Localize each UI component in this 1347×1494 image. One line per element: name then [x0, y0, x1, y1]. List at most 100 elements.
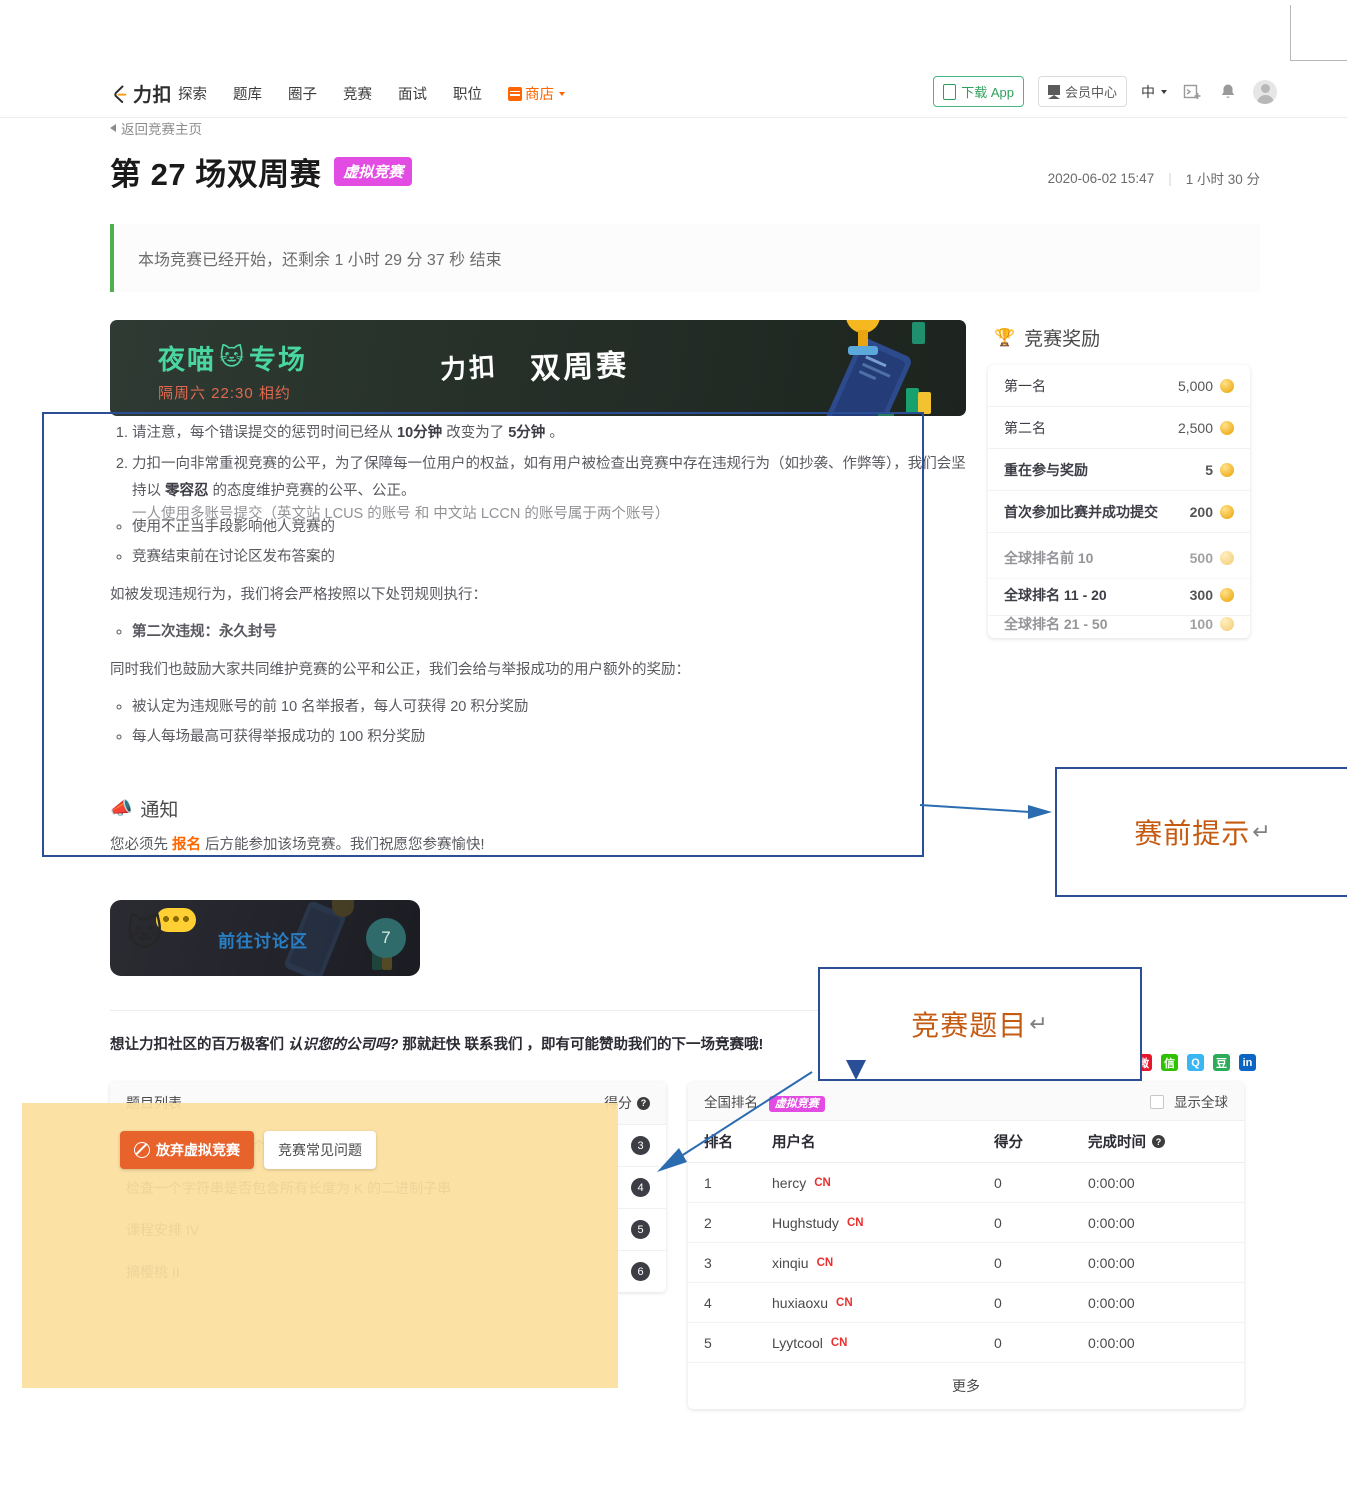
- new-post-icon[interactable]: [1181, 81, 1203, 103]
- discussion-banner[interactable]: 🐱 前往讨论区 7: [110, 900, 420, 977]
- language-switcher[interactable]: 中: [1141, 82, 1167, 102]
- row-username: huxiaoxu: [772, 1294, 829, 1311]
- row-rank: 3: [704, 1254, 712, 1271]
- nav-item-interview[interactable]: 面试: [398, 83, 427, 104]
- sponsor-italic: 认识您的公司吗?: [288, 1037, 399, 1054]
- table-row: 3 xinqiu CN 0 0:00:00: [688, 1243, 1244, 1284]
- reward-value: 5: [1205, 461, 1213, 478]
- row-rank: 5: [704, 1334, 712, 1351]
- table-row: 1 hercy CN 0 0:00:00: [688, 1163, 1244, 1204]
- ranking-more-button[interactable]: 更多: [688, 1363, 1244, 1409]
- question-row[interactable]: 摘樱桃 II 6: [110, 1251, 666, 1292]
- register-link[interactable]: 报名: [172, 837, 201, 853]
- reward-label: 全球排名前 10: [1004, 549, 1094, 566]
- row-time: 0:00:00: [1088, 1214, 1135, 1231]
- column-header-score: 得分: [994, 1135, 1023, 1152]
- reward-row: 第二名 2,500: [988, 407, 1250, 449]
- leetcode-logo-icon: [110, 84, 129, 103]
- rule-item-1: 请注意，每个错误提交的惩罚时间已经从 10分钟 改变为了 5分钟 。: [132, 420, 966, 447]
- report-reward-intro: 同时我们也鼓励大家共同维护竞赛的公平和公正，我们会给与举报成功的用户额外的奖励：: [110, 661, 690, 678]
- violation-item-1-text: 一人使用多账号提交（英文站 LCUS 的账号 和 中文站 LCCN 的账号属于两…: [132, 506, 670, 523]
- give-up-virtual-contest-button[interactable]: 放弃虚拟竞赛: [120, 1131, 254, 1169]
- nav-item-problems[interactable]: 题库: [233, 83, 262, 104]
- ban-icon: [134, 1142, 150, 1158]
- row-score: 0: [994, 1254, 1002, 1271]
- question-score-badge: 6: [631, 1262, 650, 1282]
- trophy-phone-illustration: [766, 320, 936, 416]
- row-user[interactable]: hercy CN: [772, 1175, 994, 1191]
- coin-icon: [1220, 504, 1234, 519]
- notification-bell-icon[interactable]: [1217, 81, 1239, 103]
- contest-status-notice: 本场竞赛已经开始，还剩余 1 小时 29 分 37 秒 结束: [110, 224, 1260, 292]
- banner-center-text: 力扣 双周赛: [439, 342, 631, 386]
- row-time: 0:00:00: [1088, 1294, 1135, 1311]
- contest-duration: 1 小时 30 分: [1185, 172, 1260, 187]
- report-reward-item-1: 被认定为违规账号的前 10 名举报者，每人可获得 20 积分奖励: [132, 694, 966, 722]
- nav-item-circle[interactable]: 圈子: [288, 83, 317, 104]
- question-list-title: 题目列表: [126, 1095, 182, 1112]
- column-header-time: 完成时间 ?: [1088, 1131, 1228, 1152]
- cat-emoji-icon: 🐱: [219, 344, 247, 371]
- help-icon[interactable]: ?: [1152, 1135, 1165, 1149]
- reward-value-group: 5: [1205, 462, 1234, 478]
- coin-icon: [1220, 378, 1234, 393]
- table-row: 2 Hughstudy CN 0 0:00:00: [688, 1203, 1244, 1244]
- banner-subtitle: 隔周六 22:30 相约: [158, 385, 291, 402]
- top-strip: [0, 0, 1347, 70]
- question-row[interactable]: 检查一个字符串是否包含所有长度为 K 的二进制子串 4: [110, 1167, 666, 1210]
- contest-action-buttons: 放弃虚拟竞赛 竞赛常见问题: [120, 1131, 376, 1169]
- language-label: 中: [1141, 83, 1155, 100]
- table-row: 5 Lyytcool CN 0 0:00:00: [688, 1323, 1244, 1364]
- banner-title-line: 夜喵 🐱 专场: [158, 338, 307, 377]
- chevron-down-icon: [1161, 89, 1167, 94]
- nav-item-store[interactable]: 商店: [508, 83, 565, 104]
- show-global-label: 显示全球: [1174, 1095, 1228, 1111]
- coin-icon: [1220, 462, 1234, 477]
- row-user[interactable]: Hughstudy CN: [772, 1215, 994, 1231]
- faq-label: 竞赛常见问题: [278, 1142, 362, 1158]
- question-title: 检查一个字符串是否包含所有长度为 K 的二进制子串: [126, 1179, 452, 1196]
- row-time: 0:00:00: [1088, 1174, 1135, 1191]
- vip-center-button[interactable]: 会员中心: [1037, 76, 1127, 107]
- nav-item-jobs[interactable]: 职位: [453, 83, 482, 104]
- download-app-button[interactable]: 下载 App: [933, 76, 1024, 107]
- rewards-title-row: 🏆 竞赛奖励: [988, 320, 1250, 351]
- show-global-toggle[interactable]: 显示全球: [1150, 1091, 1228, 1111]
- logo[interactable]: 力扣: [110, 80, 172, 107]
- contest-meta: 2020-06-02 15:47 | 1 小时 30 分: [1048, 168, 1260, 188]
- reward-value: 5,000: [1177, 377, 1213, 394]
- contest-banner[interactable]: 夜喵 🐱 专场 隔周六 22:30 相约 力扣 双周赛: [110, 320, 966, 416]
- main-column: 夜喵 🐱 专场 隔周六 22:30 相约 力扣 双周赛 1. 请注意，每个错误提…: [42, 320, 966, 1054]
- rule-1-old: 10分钟: [397, 425, 443, 441]
- avatar[interactable]: [1253, 79, 1277, 104]
- banner-contest-type: 双周赛: [530, 349, 631, 386]
- ranking-scope-group: 全国排名 虚拟竞赛: [704, 1091, 825, 1113]
- ranking-header: 全国排名 虚拟竞赛 显示全球: [688, 1082, 1244, 1122]
- contest-faq-button[interactable]: 竞赛常见问题: [264, 1131, 376, 1169]
- row-user[interactable]: huxiaoxu CN: [772, 1295, 994, 1311]
- rewards-title: 竞赛奖励: [1024, 329, 1101, 350]
- ranking-table-head: 排名 用户名 得分 完成时间 ?: [688, 1121, 1244, 1164]
- contact-us-link[interactable]: 联系我们: [464, 1037, 522, 1053]
- reward-label: 首次参加比赛并成功提交: [1004, 503, 1158, 520]
- rule-2-end: 的态度维护竞赛的公平、公正。: [208, 482, 416, 499]
- nav-item-contest[interactable]: 竞赛: [343, 83, 372, 104]
- question-title: 摘樱桃 II: [126, 1263, 180, 1280]
- site-header: 力扣 探索 题库 圈子 竞赛 面试 职位 商店 下载 App 会员中心 中: [0, 70, 1347, 118]
- help-icon[interactable]: ?: [637, 1096, 650, 1110]
- rule-1-pre: 请注意，每个错误提交的惩罚时间已经从: [132, 425, 398, 441]
- row-username: Lyytcool: [772, 1334, 823, 1351]
- reward-label: 第一名: [1004, 377, 1046, 394]
- row-user[interactable]: xinqiu CN: [772, 1255, 994, 1271]
- ranking-card: 微 信 Q 豆 in 全国排名 虚拟竞赛 显示全球 排名 用户名 得分 完成时间…: [688, 1054, 1256, 1410]
- row-time: 0:00:00: [1088, 1334, 1135, 1351]
- annotation-callout-pre-contest-tips: 赛前提示 ↵: [1055, 767, 1347, 897]
- phone-icon: [943, 83, 957, 100]
- row-user[interactable]: Lyytcool CN: [772, 1335, 994, 1351]
- sponsor-post: ，即有可能赞助我们的下一场竞赛哦!: [522, 1037, 764, 1054]
- question-row[interactable]: 课程安排 IV 5: [110, 1209, 666, 1252]
- checkbox-icon[interactable]: [1150, 1095, 1165, 1110]
- nav-item-explore[interactable]: 探索: [178, 83, 207, 104]
- notify-heading: 通知: [140, 800, 179, 822]
- back-to-contest-home-link[interactable]: 返回竞赛主页: [110, 118, 1260, 138]
